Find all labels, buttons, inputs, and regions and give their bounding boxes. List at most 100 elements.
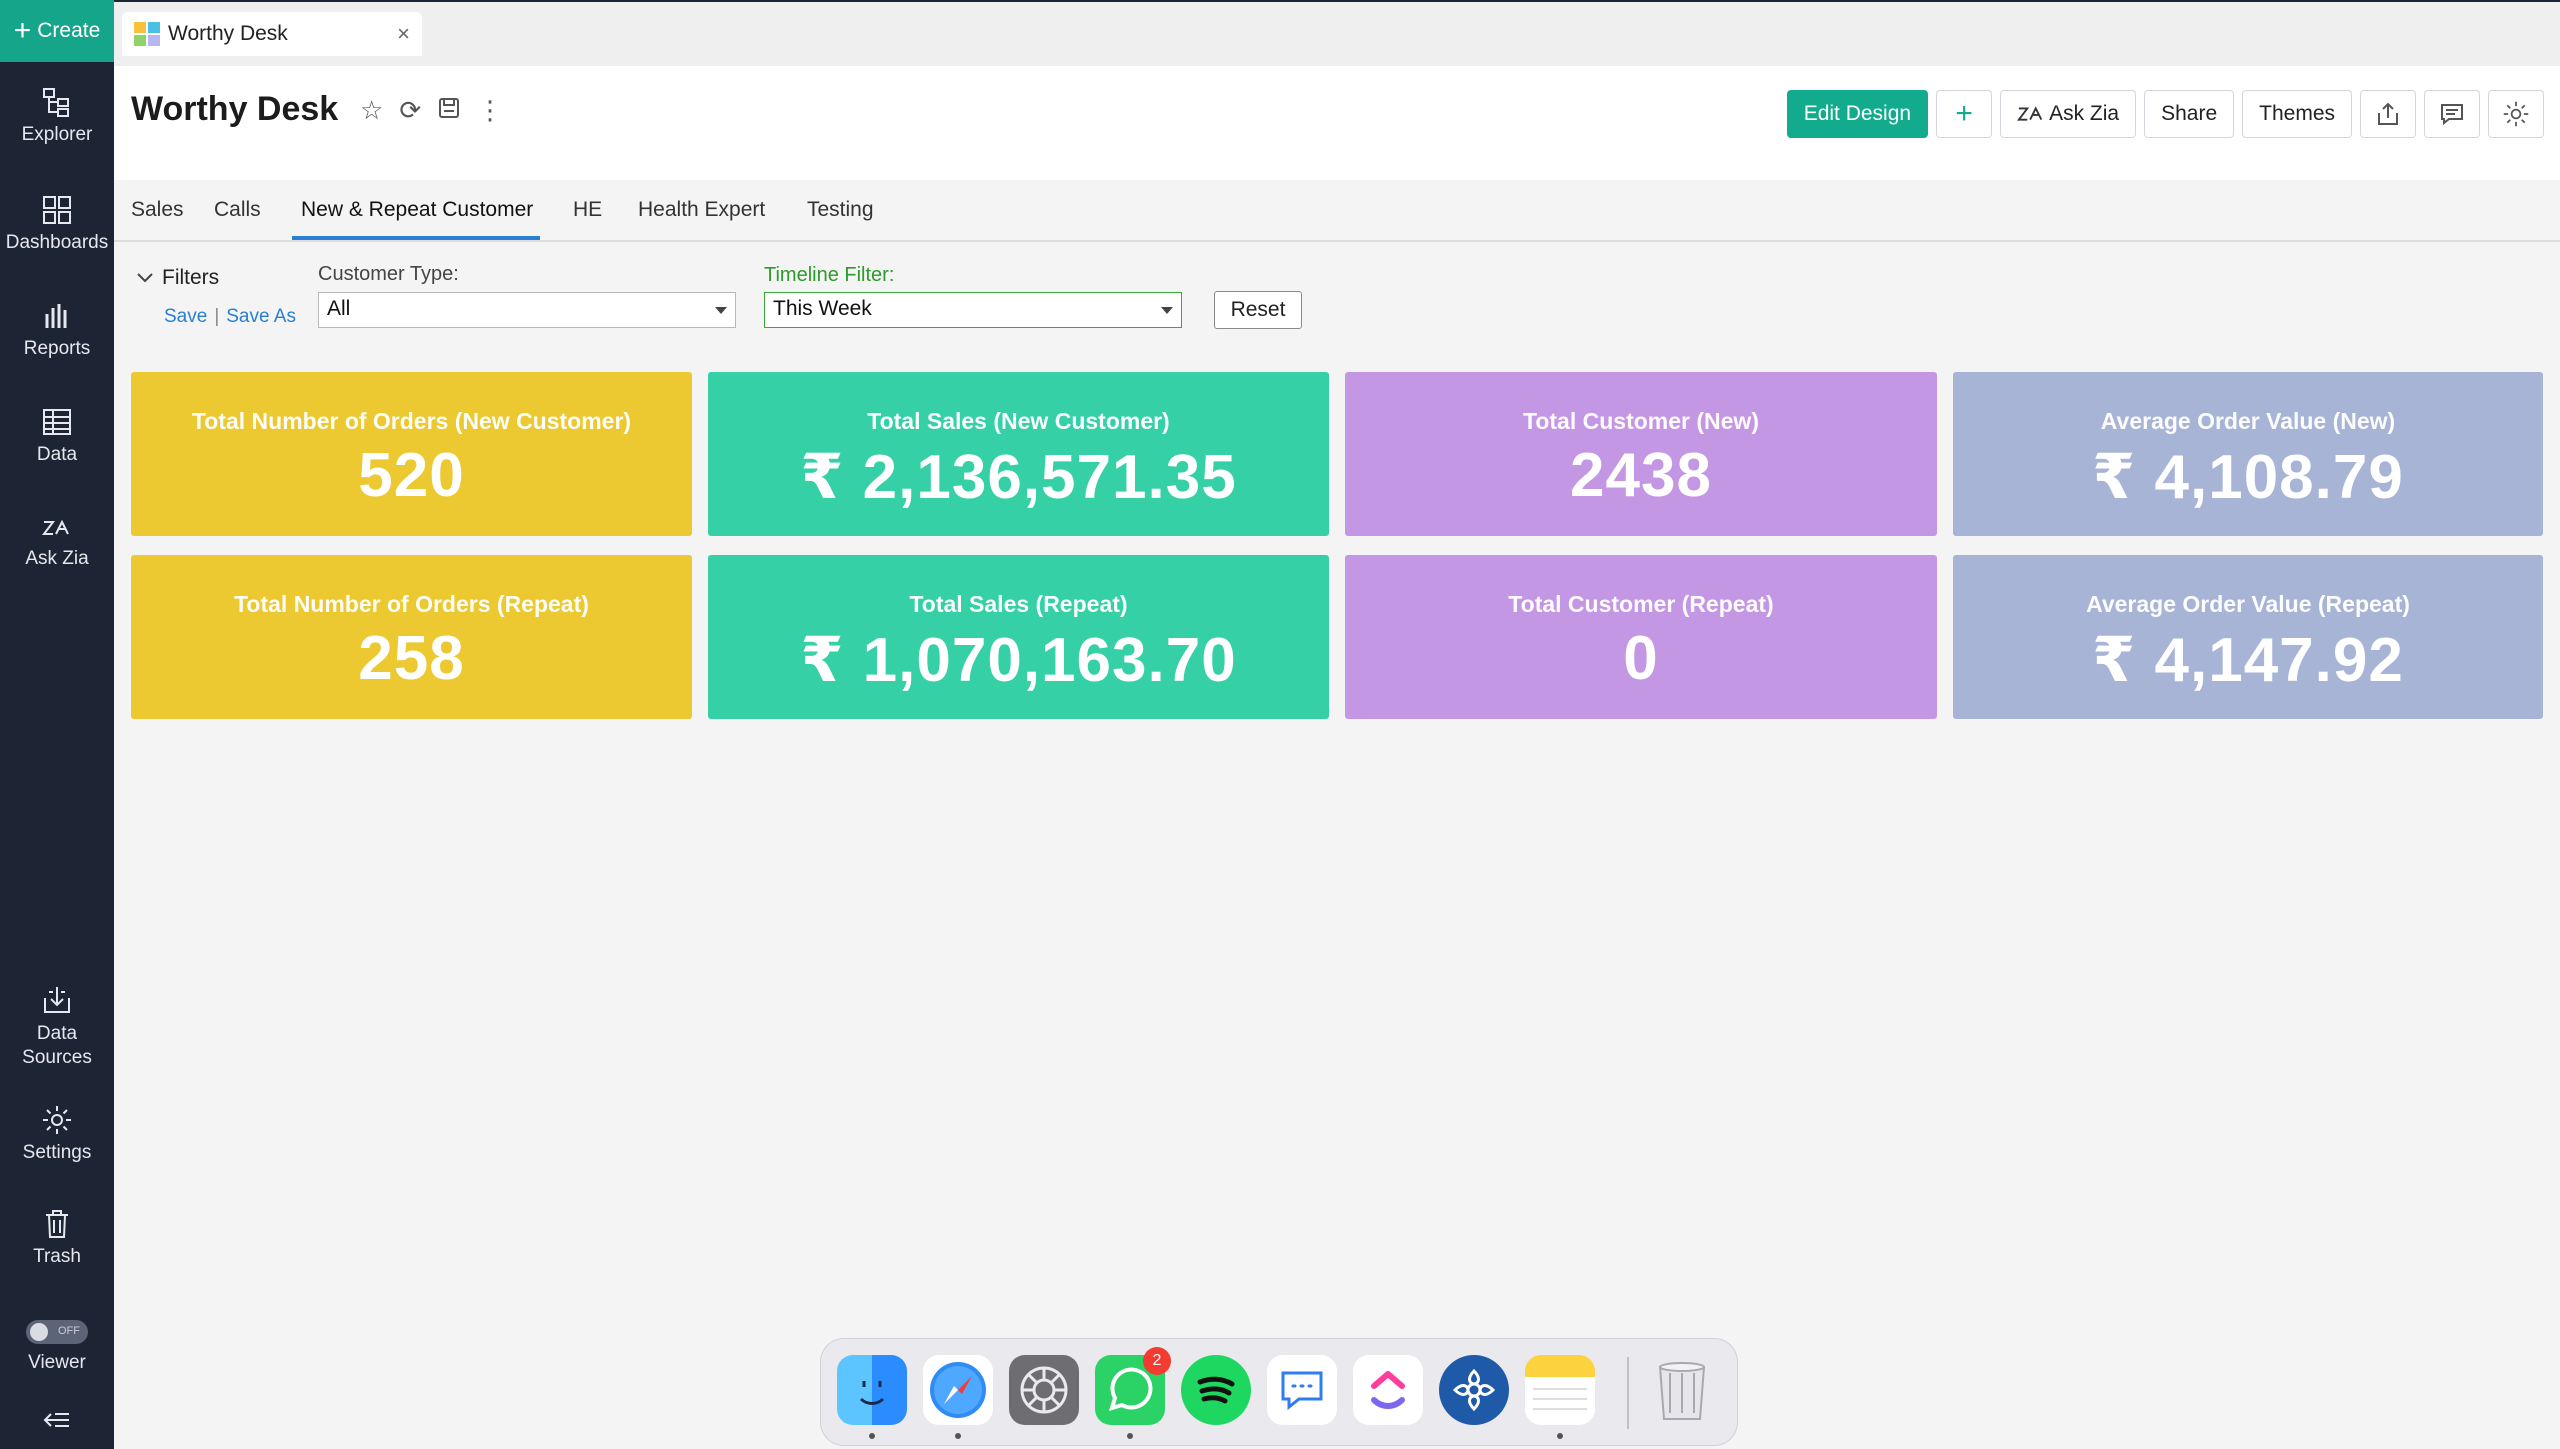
finder-icon[interactable] [837,1355,907,1425]
separator: | [214,306,220,327]
share-button[interactable]: Share [2144,90,2235,138]
edit-design-button[interactable]: Edit Design [1786,90,1929,138]
messages-icon[interactable] [1267,1355,1337,1425]
sidebar-item-trash[interactable]: Trash [0,1208,114,1268]
kpi-card-aov-repeat[interactable]: Average Order Value (Repeat) ₹ 4,147.92 [1953,555,2543,719]
trash-icon[interactable] [1647,1355,1717,1425]
kpi-value: ₹ 4,108.79 [2092,443,2404,512]
zia-icon [2017,106,2043,121]
create-button[interactable]: + Create [0,0,114,62]
chevron-down-icon [137,273,153,283]
running-indicator [869,1433,875,1439]
timeline-filter-select[interactable]: This Week [764,292,1182,328]
sidebar-item-explorer[interactable]: Explorer [0,86,114,146]
comment-icon [2441,104,2463,126]
save-icon[interactable] [437,96,461,124]
sidebar-item-viewer[interactable]: OFF Viewer [0,1320,114,1374]
export-icon [2378,102,2398,125]
workspace-tab-title: Worthy Desk [168,22,288,45]
running-indicator [1127,1433,1133,1439]
customer-type-select[interactable]: All [318,292,736,328]
plus-icon: + [1955,97,1973,130]
timeline-filter-value: This Week [773,297,872,320]
system-settings-icon[interactable] [1009,1355,1079,1425]
kpi-title: Total Number of Orders (Repeat) [234,591,589,617]
trash-icon [46,1210,68,1238]
settings-button[interactable] [2488,90,2544,138]
tab-calls[interactable]: Calls [214,198,261,222]
kpi-title: Total Sales (New Customer) [867,408,1170,434]
sidebar-item-data[interactable]: Data [0,406,114,466]
sidebar-item-settings[interactable]: Settings [0,1104,114,1164]
tab-he[interactable]: HE [573,198,602,222]
timeline-filter-label: Timeline Filter: [764,264,895,286]
tab-sales[interactable]: Sales [131,198,184,222]
kpi-title: Total Customer (New) [1523,408,1759,434]
tab-health-expert[interactable]: Health Expert [638,198,765,222]
close-icon[interactable]: × [397,21,410,47]
export-button[interactable] [2360,90,2416,138]
themes-button[interactable]: Themes [2242,90,2352,138]
data-icon [43,409,71,435]
header-actions: Edit Design + Ask Zia Share Themes [1786,90,2544,138]
tab-testing[interactable]: Testing [807,198,874,222]
toggle-state: OFF [58,1325,80,1337]
sidebar-item-data-sources[interactable]: Data Sources [0,984,114,1070]
gear-icon [2503,101,2529,127]
kpi-value: ₹ 4,147.92 [2092,626,2404,695]
kpi-title: Total Number of Orders (New Customer) [191,408,632,434]
ask-zia-button[interactable]: Ask Zia [2000,90,2137,138]
collapse-icon [43,1413,69,1427]
chevron-down-icon [1161,307,1173,314]
whatsapp-icon[interactable]: 2 [1095,1347,1171,1425]
kpi-card-aov-new[interactable]: Average Order Value (New) ₹ 4,108.79 [1953,372,2543,536]
comments-button[interactable] [2424,90,2480,138]
perplexity-icon[interactable] [1439,1355,1509,1425]
kpi-title: Average Order Value (New) [2100,408,2396,434]
sidebar-item-label: Explorer [21,124,93,145]
filters-toggle[interactable]: Filters [136,266,219,290]
kpi-title: Average Order Value (Repeat) [2086,591,2410,617]
refresh-icon[interactable]: ⟳ [399,97,421,123]
filters-label: Filters [162,266,220,289]
sidebar-item-label: Trash [33,1246,81,1267]
customer-type-value: All [327,297,351,320]
title-actions: ☆ ⟳ ⋮ [360,96,503,124]
add-button[interactable]: + [1936,90,1993,138]
spotify-icon[interactable] [1181,1355,1251,1425]
ask-zia-label: Ask Zia [2049,102,2120,125]
notes-icon[interactable] [1525,1355,1595,1425]
sidebar-item-reports[interactable]: Reports [0,300,114,360]
collapse-sidebar-button[interactable] [0,1408,114,1438]
kpi-value: ₹ 2,136,571.35 [800,443,1237,512]
sidebar-item-dashboards[interactable]: Dashboards [0,194,114,254]
viewer-toggle[interactable]: OFF [26,1320,88,1344]
kpi-card-sales-new[interactable]: Total Sales (New Customer) ₹ 2,136,571.3… [708,372,1329,536]
safari-icon[interactable] [923,1355,993,1425]
sidebar-item-label: Dashboards [5,232,109,253]
tab-strip: Worthy Desk × [114,0,2560,66]
workspace-tab[interactable]: Worthy Desk × [122,12,422,56]
kpi-card-sales-repeat[interactable]: Total Sales (Repeat) ₹ 1,070,163.70 [708,555,1329,719]
clickup-icon[interactable] [1353,1355,1423,1425]
save-filter-link[interactable]: Save [164,306,207,327]
gear-icon [43,1106,71,1134]
reset-button[interactable]: Reset [1214,291,1302,329]
filter-save-links: Save | Save As [164,306,296,328]
sidebar-item-label: Settings [22,1142,92,1163]
sidebar-item-ask-zia[interactable]: Ask Zia [0,514,114,570]
more-options-icon[interactable]: ⋮ [477,97,503,123]
running-indicator [1557,1433,1563,1439]
customer-type-label: Customer Type: [318,263,459,285]
kpi-value: 0 [1623,624,1659,693]
save-as-filter-link[interactable]: Save As [226,306,296,327]
plus-icon: + [13,14,32,47]
kpi-card-customers-new[interactable]: Total Customer (New) 2438 [1345,372,1937,536]
kpi-card-customers-repeat[interactable]: Total Customer (Repeat) 0 [1345,555,1937,719]
kpi-card-orders-repeat[interactable]: Total Number of Orders (Repeat) 258 [131,555,692,719]
star-icon[interactable]: ☆ [360,97,383,123]
kpi-card-orders-new[interactable]: Total Number of Orders (New Customer) 52… [131,372,692,536]
data-sources-icon [44,987,70,1013]
tab-new-repeat-customer[interactable]: New & Repeat Customer [301,198,533,222]
reports-icon [45,304,67,328]
